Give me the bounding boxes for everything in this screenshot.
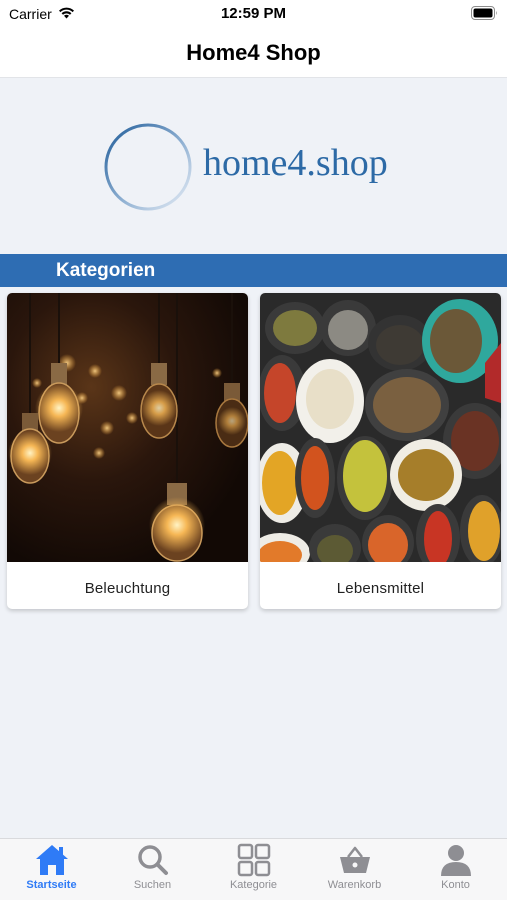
person-icon [440,845,471,876]
tab-konto[interactable]: Konto [405,843,506,900]
category-image-light-bulbs [7,293,248,562]
tab-label: Suchen [133,879,172,891]
logo-banner: home4.shop [0,79,507,254]
tab-warenkorb[interactable]: Warenkorb [304,843,405,900]
grid-icon [237,843,270,877]
tab-label: Konto [441,879,470,891]
tab-suchen[interactable]: Suchen [102,843,203,900]
tab-label: Warenkorb [327,879,382,891]
tab-startseite[interactable]: Startseite [1,843,102,900]
status-bar: Carrier 12:59 PM [0,0,507,28]
category-label: Lebensmittel [336,580,425,597]
category-card-beleuchtung[interactable]: Beleuchtung [7,293,248,609]
category-image-spices [260,293,501,573]
category-label: Beleuchtung [84,580,171,597]
navigation-bar: Home4 Shop [0,28,507,78]
logo-wordmark: home4.shop [203,142,388,184]
logo-circle-icon [103,122,193,212]
tab-kategorie[interactable]: Kategorie [203,843,304,900]
status-time: 12:59 PM [220,5,287,22]
category-card-lebensmittel[interactable]: Lebensmittel [260,293,501,609]
battery-icon [471,6,498,20]
tab-label: Kategorie [229,879,278,891]
home-icon [35,845,68,875]
tab-bar: Startseite Suchen Kategorie Warenkorb Ko… [0,838,507,900]
tab-label: Startseite [26,879,77,891]
section-title: Kategorien [56,260,156,281]
basket-icon [339,846,370,873]
search-icon [137,845,168,875]
page-title: Home4 Shop [186,40,321,65]
section-header: Kategorien [0,254,507,287]
